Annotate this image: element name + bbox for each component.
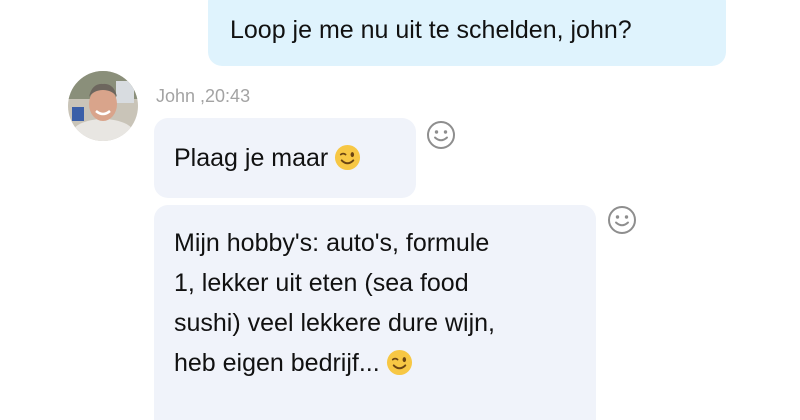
profile-photo-icon xyxy=(68,71,138,141)
avatar[interactable] xyxy=(68,71,138,141)
message-line: sushi) veel lekkere dure wijn, xyxy=(174,309,495,337)
winking-face-icon xyxy=(335,144,361,170)
add-reaction-button[interactable] xyxy=(426,120,456,150)
sender-name-timestamp: John ,20:43 xyxy=(156,86,251,106)
incoming-message-bubble[interactable]: Mijn hobby's: auto's, formule 1, lekker … xyxy=(154,205,596,420)
smiley-icon xyxy=(427,121,455,149)
smiley-icon xyxy=(608,206,636,234)
winking-face-icon xyxy=(386,349,412,375)
outgoing-message-bubble[interactable]: Loop je me nu uit te schelden, john? xyxy=(208,0,726,66)
message-line: Mijn hobby's: auto's, formule xyxy=(174,229,490,257)
message-line: heb eigen bedrijf... xyxy=(174,343,576,383)
message-text: Plaag je maar xyxy=(174,138,416,178)
chat-conversation: Loop je me nu uit te schelden, john? Joh… xyxy=(0,0,800,420)
message-text: Loop je me nu uit te schelden, john? xyxy=(230,16,632,44)
incoming-message-bubble[interactable]: Plaag je maar xyxy=(154,118,416,198)
add-reaction-button[interactable] xyxy=(607,205,637,235)
message-line: 1, lekker uit eten (sea food xyxy=(174,269,469,297)
